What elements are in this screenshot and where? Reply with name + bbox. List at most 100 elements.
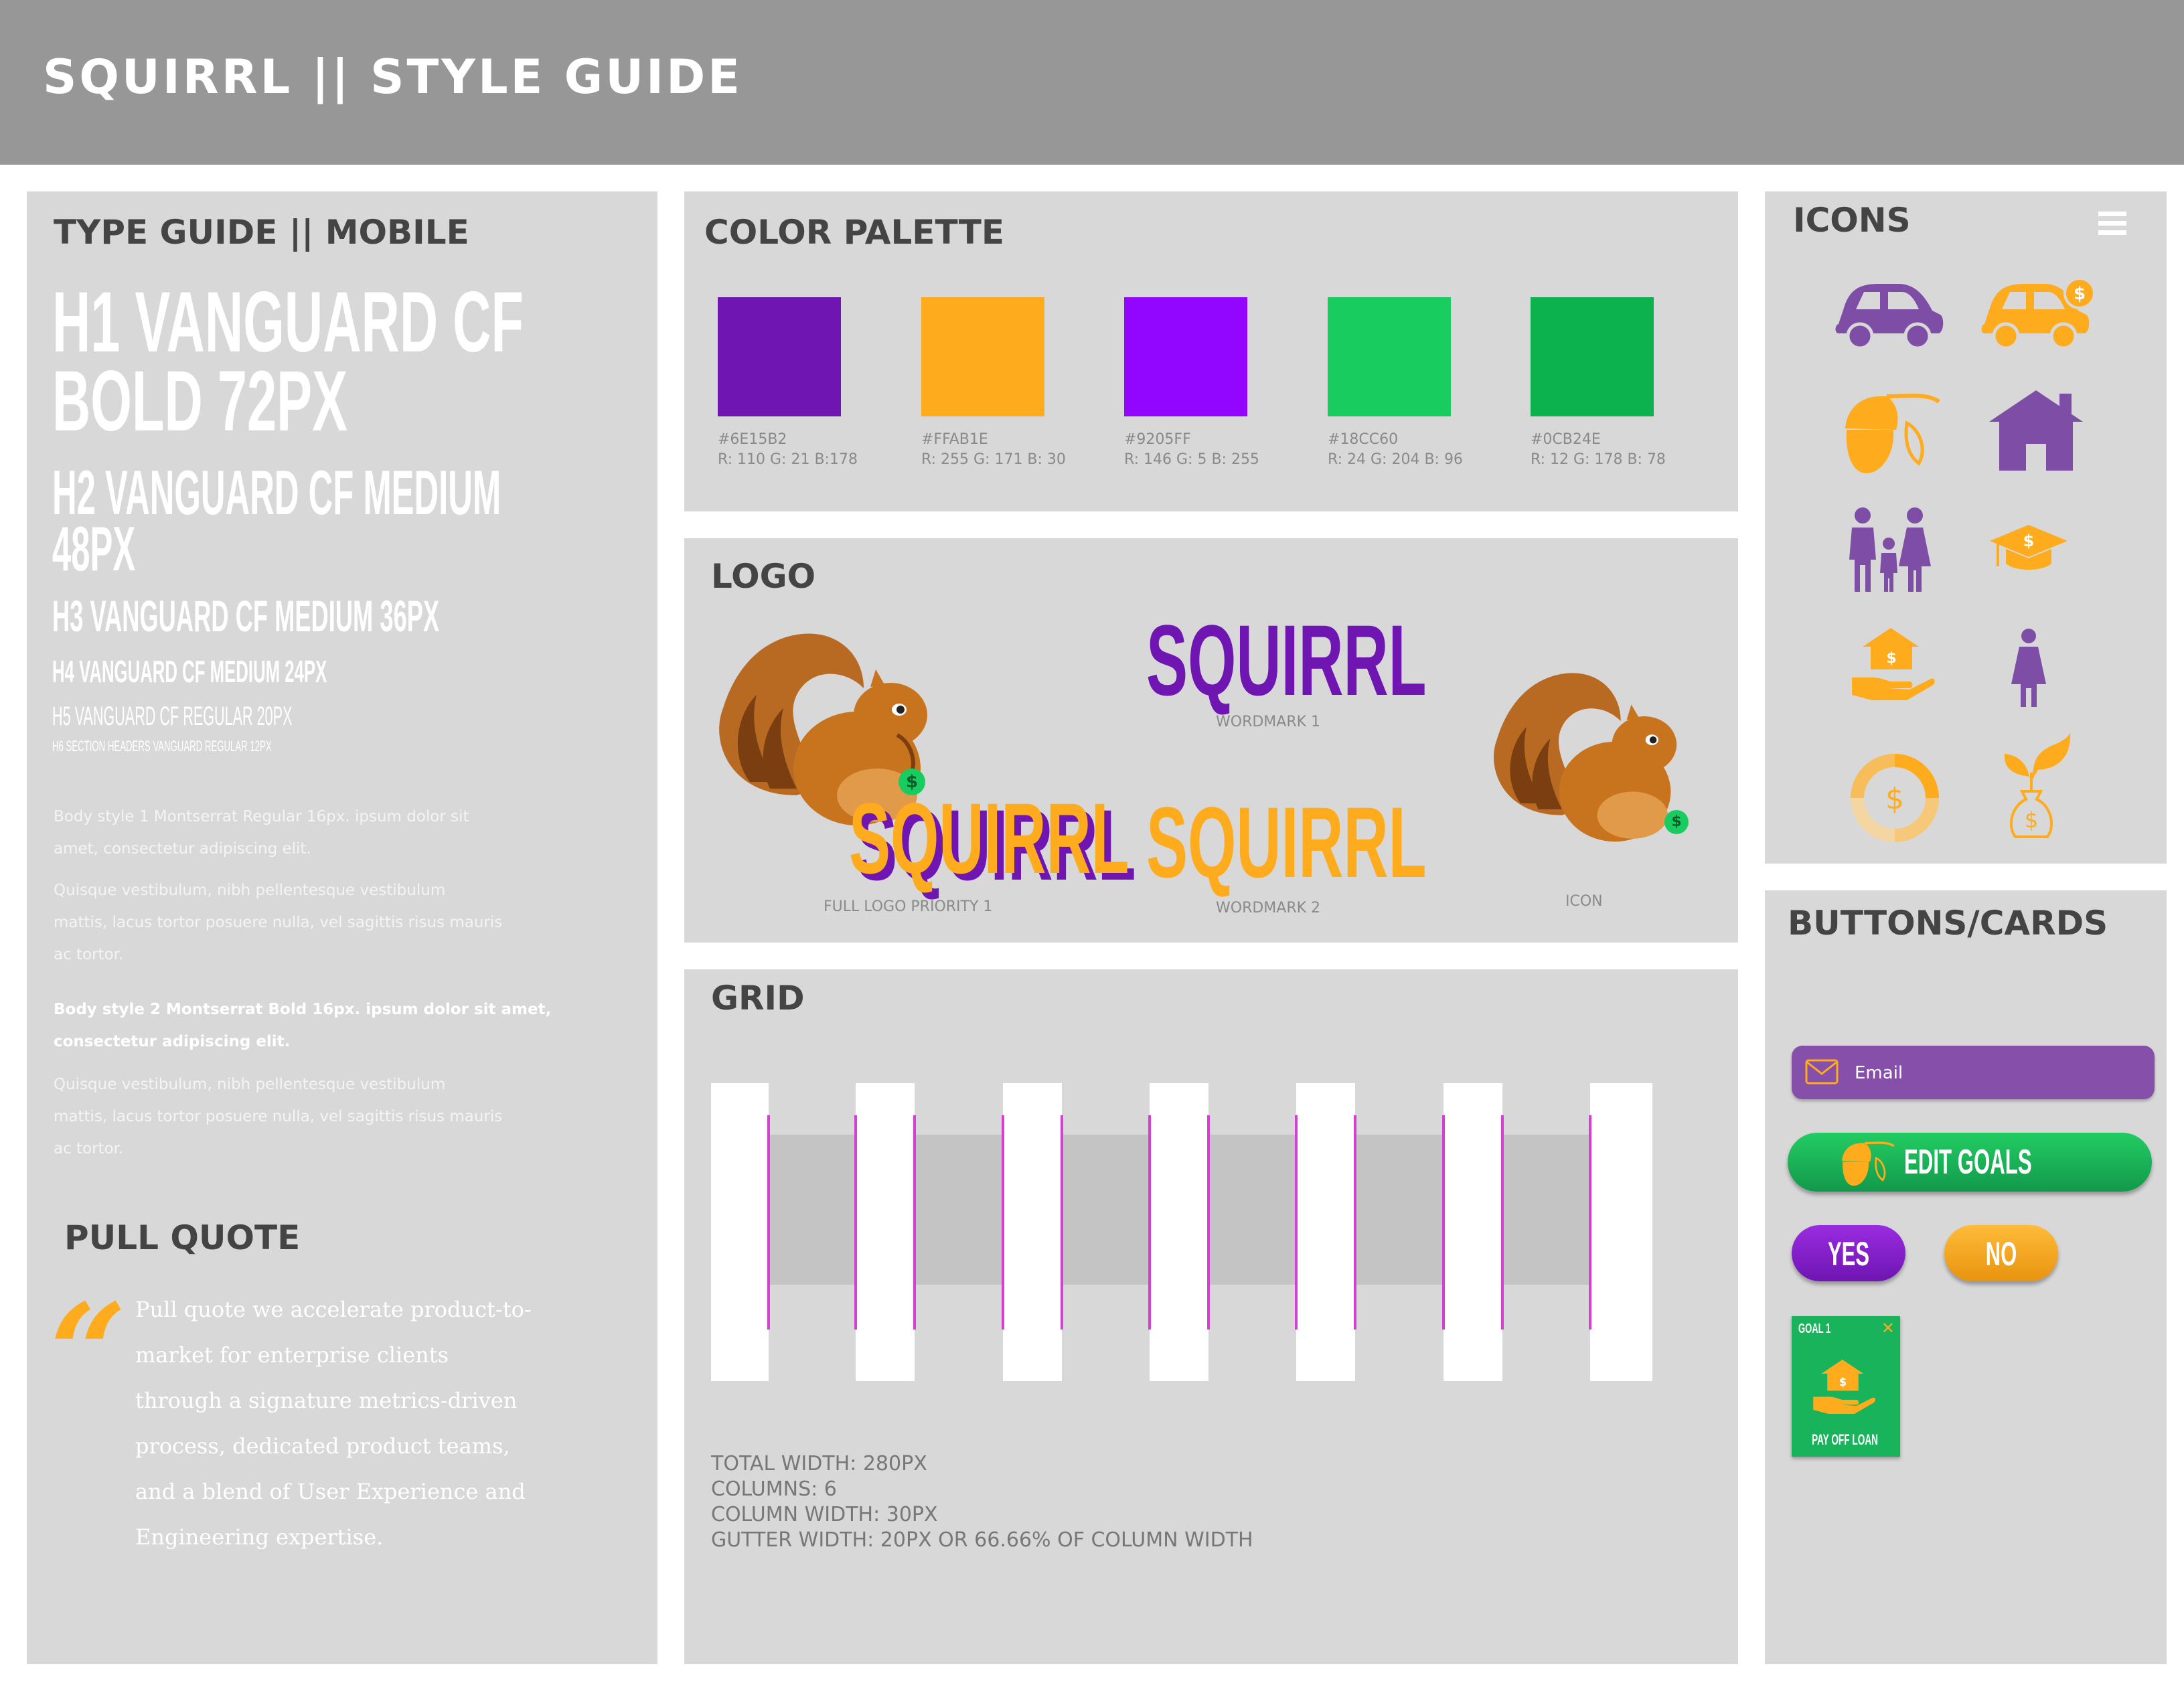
full-logo-wordmark: SQUIRRL (849, 782, 1129, 894)
svg-text:$: $ (2025, 807, 2038, 833)
h3-sample: H3 VANGUARD CF MEDIUM 36PX (52, 591, 440, 641)
yes-button[interactable]: YES (1792, 1225, 1905, 1281)
goal-card-title: GOAL 1 (1798, 1321, 1831, 1336)
icons-panel: ICONS $ $ $ $ $ (1765, 191, 2167, 864)
swatch-rgb: R: 255 G: 171 B: 30 (921, 451, 1066, 468)
wordmark-1-caption: WORDMARK 1 (1216, 714, 1321, 730)
swatch-hex: #18CC60 (1328, 431, 1399, 448)
buttons-cards-title: BUTTONS/CARDS (1788, 904, 2108, 943)
quote-line: Pull quote we accelerate product-to- (135, 1297, 532, 1322)
swatch-rgb: R: 146 G: 5 B: 255 (1124, 451, 1259, 468)
grid-margin (711, 1083, 769, 1381)
logo-panel: LOGO $ SQUIRRL SQUIRRL FULL LOGO PRIORIT… (684, 538, 1738, 943)
logo-title: LOGO (711, 557, 816, 596)
body-line: Body style 1 Montserrat Regular 16px. ip… (54, 808, 469, 825)
grid-guide-line (1442, 1115, 1445, 1330)
pull-quote-text: Pull quote we accelerate product-to- mar… (135, 1287, 617, 1560)
car-savings-icon: $ (1981, 277, 2096, 350)
acorn-icon (1842, 1141, 1895, 1186)
grid-guide-line (1354, 1115, 1356, 1330)
body-line: Quisque vestibulum, nibh pellentesque ve… (54, 1076, 446, 1093)
grid-guide-line (854, 1115, 857, 1330)
grid-title: GRID (711, 979, 805, 1018)
swatch-rgb: R: 110 G: 21 B:178 (718, 451, 858, 468)
pull-quote-title: PULL QUOTE (64, 1218, 301, 1257)
home-savings-icon: $ (1852, 628, 1935, 700)
swatch-label-dark-green: #0CB24E R: 12 G: 178 B: 78 (1531, 430, 1666, 470)
email-field[interactable]: Email (1792, 1046, 2155, 1099)
quote-line: process, dedicated product teams, (135, 1433, 510, 1459)
h4-sample: H4 VANGUARD CF MEDIUM 24PX (52, 654, 327, 689)
icon-coin-icon: $ (1664, 810, 1689, 834)
color-palette-panel: COLOR PALETTE #6E15B2 R: 110 G: 21 B:178… (684, 191, 1738, 511)
grid-guide-line (913, 1115, 916, 1330)
quote-line: market for enterprise clients (135, 1342, 449, 1368)
svg-text:$: $ (2023, 532, 2035, 550)
svg-text:$: $ (1886, 650, 1896, 667)
grid-gutter (1444, 1083, 1502, 1381)
swatch-rgb: R: 24 G: 204 B: 96 (1328, 451, 1463, 468)
svg-text:$: $ (2074, 284, 2086, 304)
swatch-hex: #0CB24E (1531, 431, 1601, 448)
graduation-icon: $ (1990, 525, 2068, 570)
money-growth-icon: $ (2004, 732, 2071, 838)
edit-goals-button[interactable]: EDIT GOALS (1788, 1133, 2152, 1192)
swatch-label-violet: #9205FF R: 146 G: 5 B: 255 (1124, 430, 1259, 470)
color-swatch-purple (718, 297, 841, 416)
icon-caption: ICON (1565, 893, 1603, 910)
color-swatch-violet (1124, 297, 1247, 416)
car-icon (1835, 284, 1944, 350)
grid-gutter (1003, 1083, 1062, 1381)
swatch-hex: #9205FF (1124, 431, 1191, 448)
squirrel-icon (1494, 673, 1677, 842)
grid-guide-line (1061, 1115, 1063, 1330)
body-style-2-paragraph: Quisque vestibulum, nibh pellentesque ve… (54, 1068, 629, 1165)
grid-gutter (1296, 1083, 1355, 1381)
color-palette-title: COLOR PALETTE (704, 213, 1004, 252)
quote-line: Engineering expertise. (135, 1524, 384, 1550)
svg-text:$: $ (1839, 1376, 1847, 1388)
body-style-1-intro: Body style 1 Montserrat Regular 16px. ip… (54, 801, 629, 865)
goal-card-label: PAY OFF LOAN (1812, 1431, 1879, 1448)
grid-total-width: TOTAL WIDTH: 280PX (711, 1452, 927, 1475)
grid-margin (1590, 1083, 1652, 1381)
grid-guide-line (1002, 1115, 1004, 1330)
wordmark-2-caption: WORDMARK 2 (1216, 900, 1321, 916)
grid-specs: TOTAL WIDTH: 280PX COLUMNS: 6 COLUMN WID… (711, 1451, 1253, 1553)
person-icon (2011, 629, 2046, 707)
wordmark-1: SQUIRRL (1146, 604, 1427, 716)
quote-mark-icon: “ (50, 1275, 127, 1432)
grid-guide-line (1295, 1115, 1298, 1330)
swatch-hex: #6E15B2 (718, 431, 787, 448)
wordmark-2: SQUIRRL (1146, 786, 1427, 898)
body-line: ac tortor. (54, 946, 124, 963)
color-swatch-green (1328, 297, 1451, 416)
color-swatch-orange (921, 297, 1044, 416)
savings-progress-icon: $ (1851, 754, 1939, 842)
grid-diagram (711, 1083, 1652, 1381)
type-guide-panel: TYPE GUIDE || MOBILE H1 VANGUARD CF BOLD… (27, 191, 657, 1664)
grid-column-width: COLUMN WIDTH: 30PX (711, 1503, 938, 1526)
grid-gutter (856, 1083, 915, 1381)
body-style-1-paragraph: Quisque vestibulum, nibh pellentesque ve… (54, 874, 629, 971)
swatch-hex: #FFAB1E (921, 431, 988, 448)
hamburger-menu-icon[interactable] (2098, 212, 2126, 236)
icons-title: ICONS (1793, 201, 1911, 240)
yes-label: YES (1827, 1235, 1870, 1273)
grid-guide-line (1589, 1115, 1591, 1330)
quote-line: and a blend of User Experience and (135, 1479, 526, 1504)
grid-columns: COLUMNS: 6 (711, 1477, 837, 1501)
mail-icon (1805, 1059, 1839, 1084)
body-line: mattis, lacus tortor posuere nulla, vel … (54, 1108, 503, 1125)
body-style-2-intro: Body style 2 Montserrat Bold 16px. ipsum… (54, 993, 629, 1058)
grid-gutter (1150, 1083, 1208, 1381)
no-label: NO (1985, 1235, 2017, 1273)
swatch-label-orange: #FFAB1E R: 255 G: 171 B: 30 (921, 430, 1066, 470)
swatch-rgb: R: 12 G: 178 B: 78 (1531, 451, 1666, 468)
close-icon[interactable]: ✕ (1881, 1319, 1895, 1338)
body-line: Body style 2 Montserrat Bold 16px. ipsum… (54, 1001, 552, 1018)
body-line: amet, consectetur adipiscing elit. (54, 840, 311, 858)
quote-line: through a signature metrics-driven (135, 1388, 518, 1413)
goal-card[interactable]: GOAL 1 ✕ $ PAY OFF LOAN (1792, 1316, 1900, 1457)
no-button[interactable]: NO (1944, 1225, 2058, 1281)
